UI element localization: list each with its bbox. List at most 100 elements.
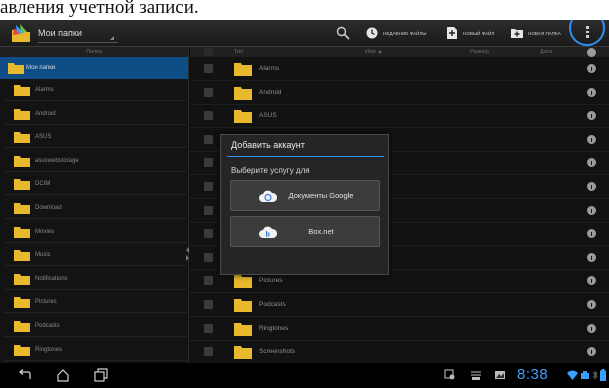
folder-title-dropdown[interactable]: Мои папки bbox=[38, 24, 118, 43]
dialog-title: Добавить аккаунт bbox=[231, 140, 305, 150]
folder-tree-item[interactable]: DCIM bbox=[4, 173, 187, 196]
status-clock: 8:38 bbox=[517, 366, 549, 383]
folder-tree-item[interactable]: Music bbox=[4, 244, 187, 267]
new-folder-button[interactable]: новая папка bbox=[511, 25, 561, 41]
info-icon[interactable] bbox=[587, 323, 596, 333]
new-file-label: новый файл bbox=[463, 30, 495, 36]
info-icon[interactable] bbox=[587, 276, 596, 286]
svg-text:b: b bbox=[266, 232, 270, 239]
folder-tree-item[interactable]: Movies bbox=[4, 221, 187, 243]
app-folder-icon[interactable] bbox=[10, 22, 32, 44]
info-header-icon bbox=[587, 48, 596, 57]
info-icon[interactable] bbox=[587, 111, 596, 121]
info-icon[interactable] bbox=[587, 347, 596, 357]
recent-files-label: недавние файлы bbox=[383, 30, 427, 36]
info-icon[interactable] bbox=[587, 252, 596, 262]
folder-tree-item[interactable]: Pictures bbox=[4, 291, 187, 314]
row-checkbox[interactable] bbox=[204, 229, 213, 239]
add-account-dialog: Добавить аккаунт Выберите услугу для Док… bbox=[220, 134, 389, 275]
folder-tree-item[interactable]: ASUS bbox=[4, 126, 187, 149]
file-name: ASUS bbox=[259, 112, 277, 120]
new-file-button[interactable]: новый файл bbox=[446, 25, 494, 41]
row-checkbox[interactable] bbox=[204, 134, 213, 144]
file-row[interactable]: ASUS bbox=[190, 104, 609, 129]
folder-tree-item-label: Podcasts bbox=[35, 323, 60, 329]
file-name: Ringtones bbox=[259, 324, 289, 332]
folder-tree-root[interactable]: Мои папки bbox=[0, 57, 188, 79]
folder-icon bbox=[234, 299, 252, 312]
file-row[interactable]: Alarms bbox=[190, 57, 609, 81]
row-checkbox[interactable] bbox=[204, 87, 213, 97]
row-checkbox[interactable] bbox=[204, 182, 213, 191]
name-column-header[interactable]: Имя ▲ bbox=[365, 47, 383, 57]
google-docs-button[interactable]: Документы Google bbox=[230, 180, 380, 211]
info-icon[interactable] bbox=[587, 300, 596, 309]
row-checkbox[interactable] bbox=[204, 252, 213, 262]
file-name: Screenshots bbox=[259, 348, 296, 356]
folder-tree-item[interactable]: Alarms bbox=[4, 79, 187, 101]
dropdown-caret-icon bbox=[110, 36, 114, 40]
folder-tree-item[interactable]: Download bbox=[4, 197, 187, 219]
info-icon[interactable] bbox=[587, 87, 596, 97]
row-checkbox[interactable] bbox=[204, 347, 213, 357]
row-checkbox[interactable] bbox=[204, 111, 213, 121]
folder-icon bbox=[14, 297, 30, 309]
recent-files-button[interactable]: недавние файлы bbox=[366, 25, 426, 41]
action-bar: Мои папки недавние файлы новый файл bbox=[0, 20, 609, 47]
folder-tree-item-label: ASUS bbox=[35, 134, 52, 141]
info-icon[interactable] bbox=[587, 229, 596, 239]
row-checkbox[interactable] bbox=[204, 205, 213, 215]
file-name: Alarms bbox=[259, 65, 280, 72]
row-checkbox[interactable] bbox=[204, 64, 213, 73]
select-all-checkbox[interactable] bbox=[204, 48, 213, 56]
folder-icon bbox=[14, 179, 30, 191]
back-icon[interactable] bbox=[18, 369, 32, 381]
folder-tree-item-label: Alarms bbox=[35, 87, 54, 93]
date-column-header[interactable]: Дата bbox=[540, 47, 552, 57]
row-checkbox[interactable] bbox=[204, 300, 213, 309]
file-row[interactable]: Android bbox=[190, 81, 609, 105]
row-checkbox[interactable] bbox=[204, 276, 213, 286]
folder-tree-item[interactable]: asuswebstorage bbox=[4, 150, 187, 172]
folder-tree-item[interactable]: Podcasts bbox=[4, 315, 187, 337]
clock-icon bbox=[366, 27, 378, 39]
folder-tree-item[interactable]: Android bbox=[4, 103, 187, 125]
folder-icon bbox=[14, 344, 30, 356]
info-icon[interactable] bbox=[587, 205, 596, 215]
info-icon[interactable] bbox=[587, 134, 596, 144]
folder-icon bbox=[234, 275, 252, 289]
folder-icon bbox=[234, 346, 252, 360]
type-column-header[interactable]: Тип bbox=[234, 47, 243, 57]
folder-tree-item-label: asuswebstorage bbox=[35, 157, 79, 164]
folder-tree-item-label: Pictures bbox=[35, 299, 57, 306]
file-row[interactable]: Ringtones bbox=[190, 317, 609, 341]
search-icon[interactable] bbox=[336, 26, 350, 40]
home-icon[interactable] bbox=[56, 368, 70, 382]
row-checkbox[interactable] bbox=[204, 323, 213, 333]
image-notification-icon bbox=[495, 371, 505, 379]
folder-icon bbox=[14, 273, 30, 285]
bluetooth-icon bbox=[592, 370, 598, 380]
overflow-menu-button[interactable] bbox=[569, 20, 605, 46]
file-row[interactable]: Screenshots bbox=[190, 340, 609, 365]
folder-tree-item[interactable]: Ringtones bbox=[4, 339, 187, 361]
folder-icon bbox=[14, 203, 30, 214]
battery-icon bbox=[600, 369, 606, 381]
row-checkbox[interactable] bbox=[204, 158, 213, 168]
recent-apps-icon[interactable] bbox=[94, 368, 108, 382]
new-folder-label: новая папка bbox=[528, 30, 561, 36]
info-icon[interactable] bbox=[587, 182, 596, 191]
box-net-button[interactable]: b Box.net bbox=[230, 216, 380, 247]
folder-tree-item-label: Android bbox=[35, 110, 56, 117]
page-caption: авления учетной записи. bbox=[0, 0, 609, 20]
file-row[interactable]: Podcasts bbox=[190, 293, 609, 317]
folder-tree-item-label: Movies bbox=[35, 228, 55, 235]
folder-tree-item[interactable]: Notifications bbox=[4, 268, 187, 290]
folder-tree-item-label: Notifications bbox=[35, 275, 68, 282]
size-column-header[interactable]: Размер bbox=[470, 47, 489, 57]
file-name: Android bbox=[259, 88, 282, 96]
folder-icon bbox=[14, 132, 30, 144]
info-icon[interactable] bbox=[587, 64, 596, 73]
info-icon[interactable] bbox=[587, 158, 596, 168]
screenshot-icon[interactable] bbox=[444, 369, 456, 381]
